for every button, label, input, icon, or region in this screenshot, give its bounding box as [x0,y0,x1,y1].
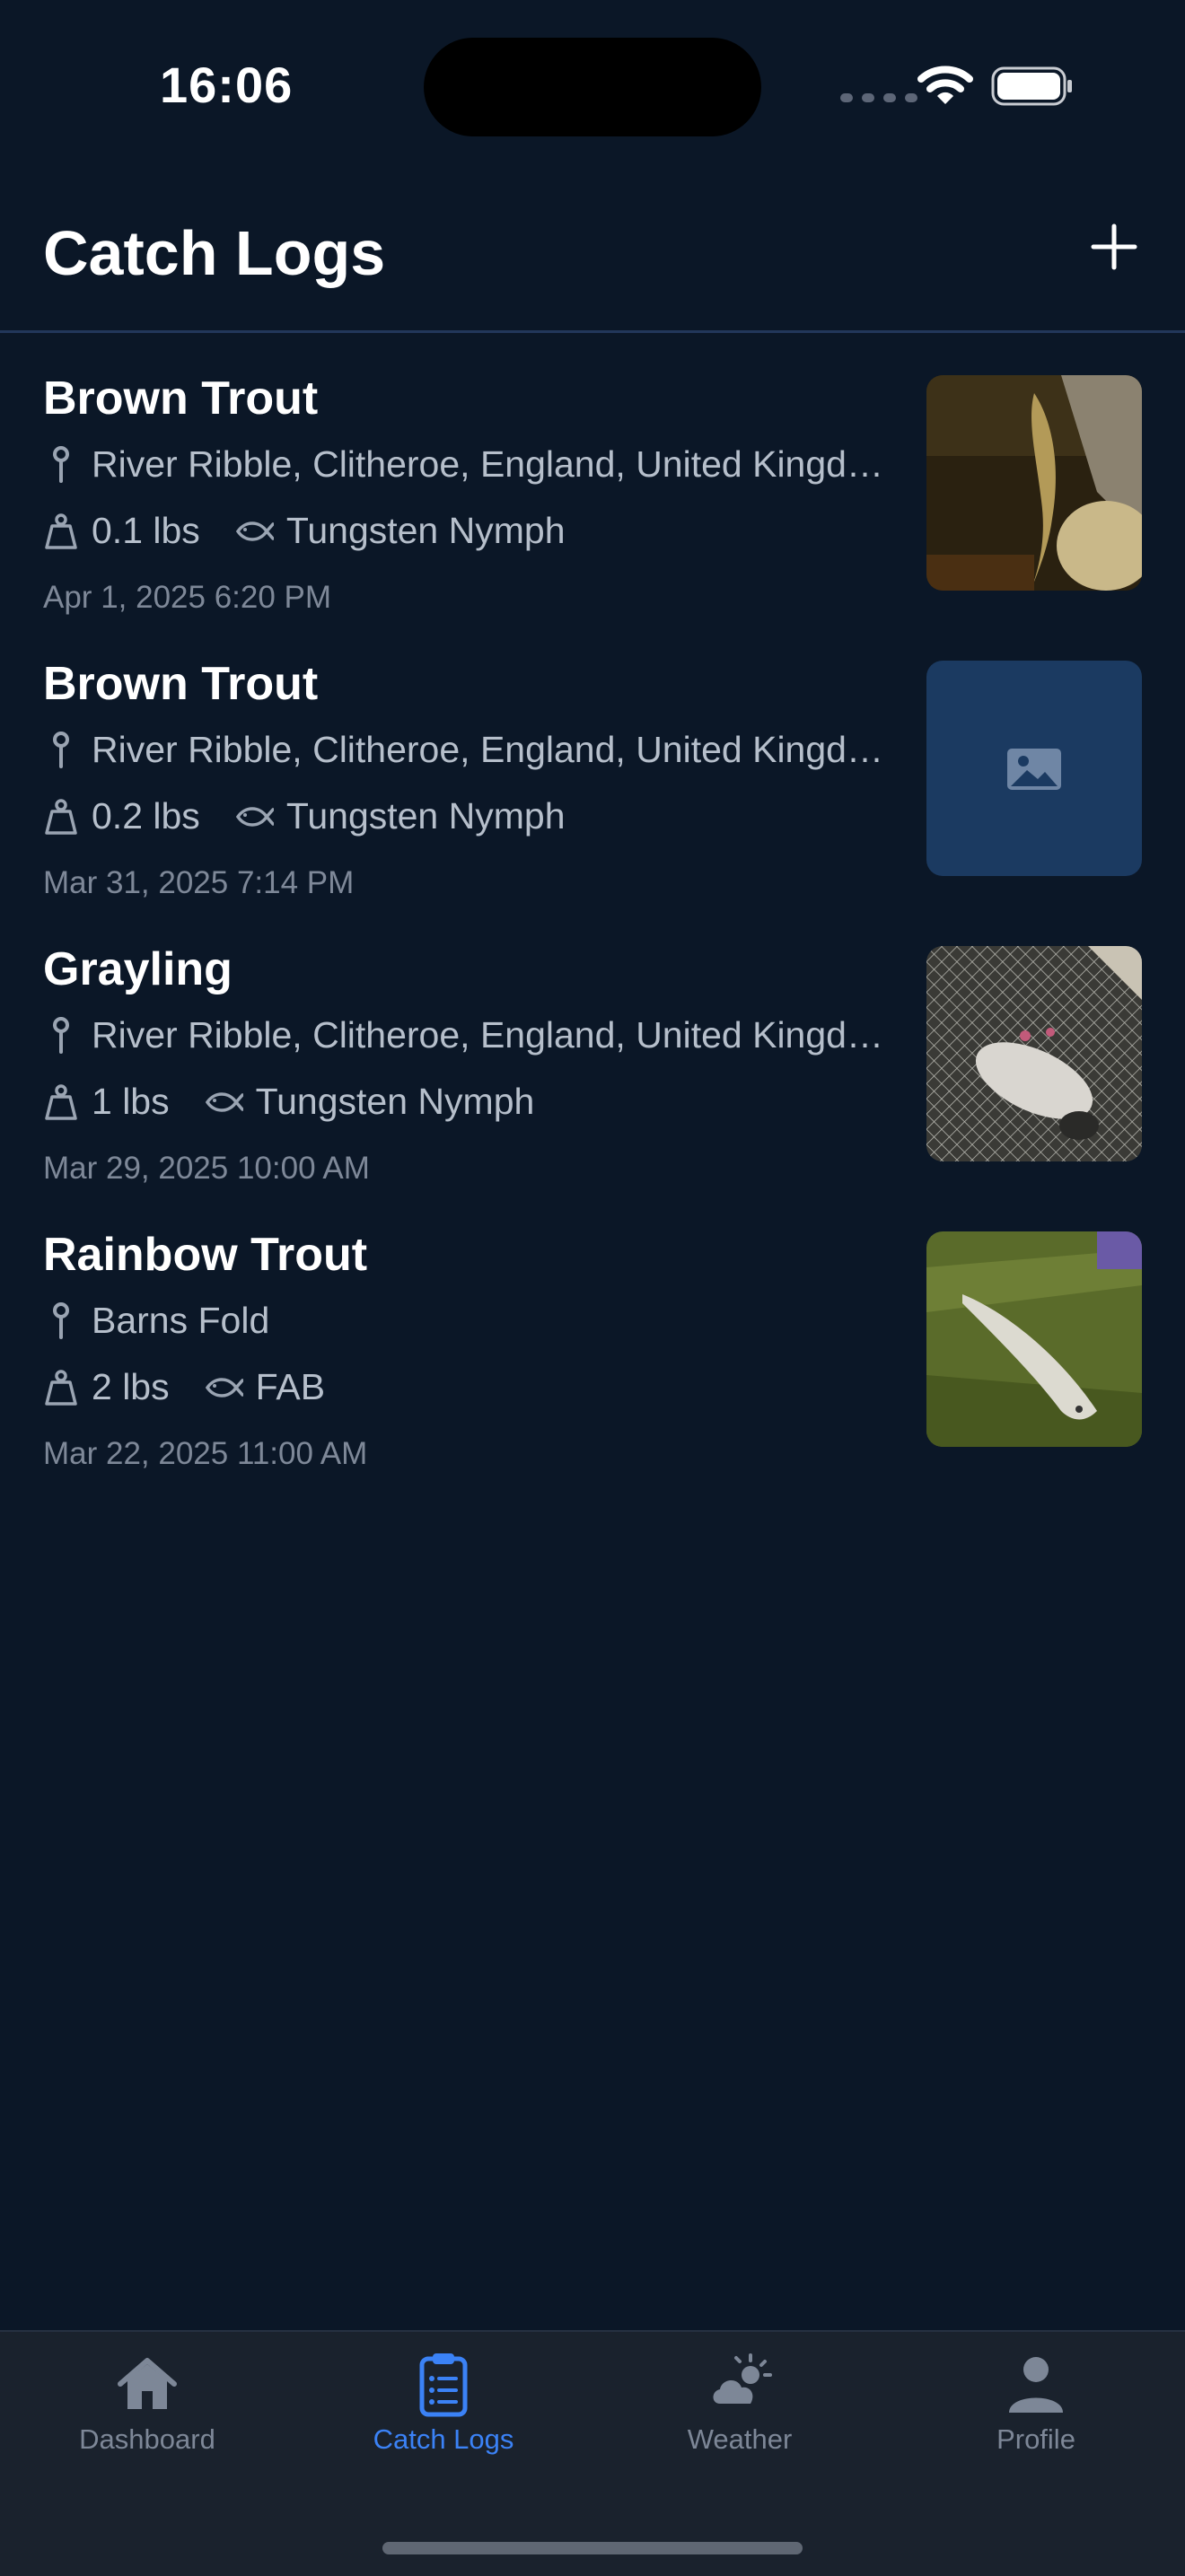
fish-icon [235,806,274,827]
catch-location: Barns Fold [92,1300,270,1341]
location-pin-icon [53,731,69,768]
add-catch-button[interactable] [1084,217,1144,276]
catch-fly: Tungsten Nymph [285,510,566,551]
catch-list-item[interactable]: Grayling River Ribble, Clitheroe, Englan… [0,905,1185,1190]
tab-label: Catch Logs [373,2423,514,2455]
cloud-sun-icon [713,2353,772,2404]
tab-label: Profile [996,2423,1075,2455]
house-icon [118,2358,177,2409]
catch-fly: Tungsten Nymph [285,795,566,837]
weight-icon [45,513,77,549]
clipboard-list-icon [419,2353,468,2417]
plus-icon [1091,223,1137,270]
home-indicator[interactable] [382,2542,803,2554]
location-pin-icon [53,445,69,483]
location-pin-icon [53,1301,69,1339]
weight-icon [45,798,77,835]
tab-bar: Dashboard Catch Logs Weather Profile [0,2330,1185,2576]
catch-list-item[interactable]: Rainbow Trout Barns Fold 2 lbs FAB Mar 2… [0,1190,1185,1476]
page-title: Catch Logs [43,218,386,288]
catch-weight: 0.2 lbs [92,795,200,837]
tab-label: Dashboard [79,2423,215,2455]
catch-date: Mar 22, 2025 11:00 AM [43,1436,368,1471]
catch-location: River Ribble, Clitheroe, England, United… [92,1014,896,1056]
catch-date: Apr 1, 2025 6:20 PM [43,580,332,615]
dynamic-island [424,38,761,136]
catch-species: Brown Trout [43,372,319,425]
tab-label: Weather [687,2423,793,2455]
catch-location: River Ribble, Clitheroe, England, United… [92,729,896,770]
navigation-header: Catch Logs [0,171,1185,333]
catch-fly: FAB [255,1366,326,1407]
catch-fly: Tungsten Nymph [255,1081,535,1122]
catch-photo [926,375,1142,591]
cellular-signal-icon [840,93,917,102]
catch-list-item[interactable]: Brown Trout River Ribble, Clitheroe, Eng… [0,619,1185,905]
weight-icon [45,1083,77,1120]
catch-weight: 1 lbs [92,1081,170,1122]
status-time: 16:06 [160,57,294,113]
catch-species: Brown Trout [43,658,319,710]
tab-weather[interactable]: Weather [623,2350,856,2493]
catch-photo [926,946,1142,1161]
catch-weight: 2 lbs [92,1366,170,1407]
catch-species: Rainbow Trout [43,1229,368,1281]
catch-weight: 0.1 lbs [92,510,200,551]
person-icon [1009,2357,1063,2413]
catch-photo-placeholder [926,661,1142,876]
catch-date: Mar 31, 2025 7:14 PM [43,865,355,900]
weight-icon [45,1369,77,1406]
catch-species: Grayling [43,943,233,995]
fish-icon [205,1377,243,1398]
status-bar: 16:06 [0,0,1185,171]
catch-list-item[interactable]: Brown Trout River Ribble, Clitheroe, Eng… [0,334,1185,619]
image-placeholder-icon [1007,749,1061,790]
fish-icon [235,521,274,541]
catch-list: Brown Trout River Ribble, Clitheroe, Eng… [0,334,1185,1476]
location-pin-icon [53,1016,69,1054]
wifi-icon [917,66,973,104]
catch-photo [926,1231,1142,1447]
fish-icon [205,1091,243,1112]
catch-location: River Ribble, Clitheroe, England, United… [92,443,896,485]
tab-catch-logs[interactable]: Catch Logs [327,2350,560,2493]
tab-profile[interactable]: Profile [919,2350,1153,2493]
catch-date: Mar 29, 2025 10:00 AM [43,1151,370,1186]
battery-icon [991,66,1072,106]
tab-dashboard[interactable]: Dashboard [31,2350,264,2493]
